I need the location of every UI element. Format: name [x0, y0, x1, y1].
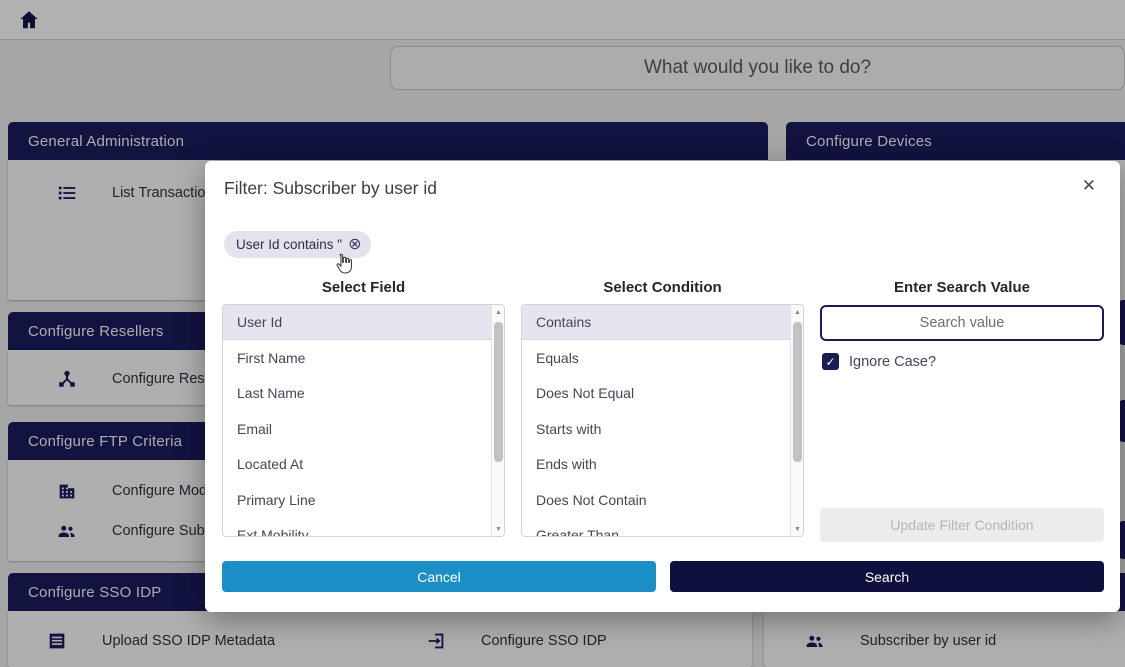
filter-dialog: Filter: Subscriber by user id ✕ User Id … — [205, 161, 1120, 612]
condition-option-starts-with[interactable]: Starts with — [522, 411, 790, 446]
search-value-input[interactable] — [820, 305, 1104, 341]
field-option-user-id[interactable]: User Id — [223, 305, 491, 340]
condition-option-does-not-contain[interactable]: Does Not Contain — [522, 482, 790, 517]
scroll-down-icon[interactable]: ▼ — [791, 522, 804, 536]
search-button[interactable]: Search — [670, 561, 1104, 592]
condition-scrollbar[interactable]: ▲ ▼ — [790, 305, 803, 536]
select-condition-header: Select Condition — [521, 279, 804, 296]
ignore-case-label: Ignore Case? — [849, 354, 936, 370]
field-option-first-name[interactable]: First Name — [223, 340, 491, 375]
cancel-button[interactable]: Cancel — [222, 561, 656, 592]
dialog-title: Filter: Subscriber by user id — [224, 178, 437, 199]
scroll-thumb[interactable] — [793, 322, 802, 462]
close-icon[interactable]: ✕ — [1082, 177, 1096, 194]
field-option-ext-mobility[interactable]: Ext Mobility — [223, 517, 491, 537]
scroll-down-icon[interactable]: ▼ — [492, 522, 505, 536]
enter-search-value-header: Enter Search Value — [820, 279, 1104, 296]
condition-option-greater-than[interactable]: Greater Than — [522, 517, 790, 537]
filter-condition-chip[interactable]: User Id contains " ⊗ — [224, 231, 371, 258]
update-filter-condition-button[interactable]: Update Filter Condition — [820, 508, 1104, 542]
scroll-up-icon[interactable]: ▲ — [791, 305, 804, 319]
condition-option-equals[interactable]: Equals — [522, 340, 790, 375]
condition-listbox: Contains Equals Does Not Equal Starts wi… — [521, 304, 804, 537]
checkmark-icon: ✓ — [825, 355, 835, 369]
field-listbox: User Id First Name Last Name Email Locat… — [222, 304, 505, 537]
ignore-case-checkbox[interactable]: ✓ — [822, 353, 839, 370]
field-option-primary-line[interactable]: Primary Line — [223, 482, 491, 517]
chip-label: User Id contains " — [236, 237, 342, 252]
ignore-case-checkbox-row[interactable]: ✓ Ignore Case? — [822, 353, 936, 370]
field-option-last-name[interactable]: Last Name — [223, 376, 491, 411]
scroll-up-icon[interactable]: ▲ — [492, 305, 505, 319]
condition-option-contains[interactable]: Contains — [522, 305, 790, 340]
condition-option-ends-with[interactable]: Ends with — [522, 447, 790, 482]
condition-option-does-not-equal[interactable]: Does Not Equal — [522, 376, 790, 411]
app-window: General Administration List Transactions… — [0, 0, 1125, 667]
scroll-thumb[interactable] — [494, 322, 503, 462]
field-scrollbar[interactable]: ▲ ▼ — [491, 305, 504, 536]
select-field-header: Select Field — [222, 279, 505, 296]
field-option-located-at[interactable]: Located At — [223, 447, 491, 482]
field-option-email[interactable]: Email — [223, 411, 491, 446]
chip-remove-icon[interactable]: ⊗ — [348, 237, 361, 253]
